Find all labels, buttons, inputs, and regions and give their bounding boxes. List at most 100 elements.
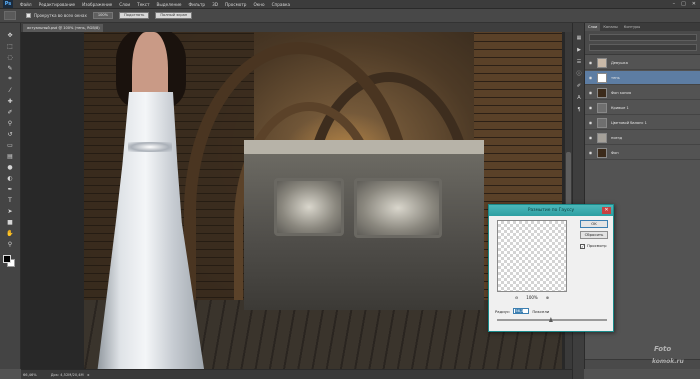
blend-mode-select[interactable] [589,44,697,51]
stamp-icon[interactable]: ⚲ [5,119,15,127]
layer-kind-filter[interactable] [589,34,697,41]
zoom-out-icon[interactable]: ⊖ [515,295,518,300]
layer-thumbnail [597,132,607,143]
scrollbar-thumb[interactable] [566,152,571,212]
close-icon[interactable]: ✕ [692,1,696,7]
menu-help[interactable]: Справка [272,2,290,7]
properties-panel-icon[interactable]: ☰ [575,59,583,66]
info-panel-icon[interactable]: ⓘ [575,71,583,78]
layer-name: Фон копия [611,90,632,95]
layer-thumbnail [597,87,607,98]
menu-image[interactable]: Изображение [82,2,112,7]
layer-thumbnail [597,57,607,68]
lasso-icon[interactable]: ◌ [5,53,15,61]
tool-preset-picker[interactable] [4,11,16,20]
layer-row[interactable]: ◉ Фон [585,146,700,160]
fit-screen-button[interactable]: Подогнать [119,12,150,19]
maximize-icon[interactable]: □ [681,1,686,7]
paragraph-panel-icon[interactable]: ¶ [575,107,583,114]
quick-select-icon[interactable]: ✎ [5,64,15,72]
options-bar: Прокрутка во всех окнах 100% Подогнать П… [0,9,700,23]
ok-button[interactable]: OK [580,220,608,228]
menu-layers[interactable]: Слои [119,2,130,7]
radius-slider-thumb[interactable] [548,317,553,322]
layer-thumbnail [597,147,607,158]
visibility-eye-icon[interactable]: ◉ [587,60,594,65]
dress-brooch [128,142,172,152]
visibility-eye-icon[interactable]: ◉ [587,150,594,155]
healing-icon[interactable]: ✚ [5,97,15,105]
layer-row[interactable]: ◉ поезд [585,131,700,145]
zoom-in-icon[interactable]: ⊕ [546,295,549,300]
brush-icon[interactable]: ✐ [5,108,15,116]
menu-window[interactable]: Окно [253,2,264,7]
marquee-icon[interactable]: ⬚ [5,42,15,50]
hand-icon[interactable]: ✋ [5,229,15,237]
visibility-eye-icon[interactable]: ◉ [587,75,594,80]
preview-checkbox[interactable]: ✓ [580,244,585,249]
canvas-area[interactable] [21,32,565,369]
dodge-icon[interactable]: ◐ [5,174,15,182]
gradient-icon[interactable]: ▤ [5,152,15,160]
radius-slider[interactable] [497,317,607,322]
layer-filter-controls [585,31,700,55]
blur-preview[interactable] [497,220,567,292]
minimize-icon[interactable]: – [673,1,676,7]
crop-icon[interactable]: ⌗ [5,75,15,83]
menu-view[interactable]: Просмотр [225,2,247,7]
character-panel-icon[interactable]: A [575,95,583,102]
visibility-eye-icon[interactable]: ◉ [587,120,594,125]
layer-row[interactable]: ◉ Девушка [585,56,700,70]
history-brush-icon[interactable]: ↺ [5,130,15,138]
move-icon[interactable]: ✥ [5,31,15,39]
menu-filter[interactable]: Фильтр [189,2,206,7]
layer-row[interactable]: ◉ Кривые 1 [585,101,700,115]
menu-edit[interactable]: Редактирование [39,2,76,7]
eyedropper-icon[interactable]: ⁄ [5,86,15,94]
train-roof [244,140,484,154]
fill-screen-button[interactable]: Полный экран [155,12,193,19]
text-icon[interactable]: T [5,196,15,204]
shape-icon[interactable]: ■ [5,218,15,226]
layer-thumbnail [597,117,607,128]
window-controls: – □ ✕ [673,1,696,7]
zoom-100-button[interactable]: 100% [92,12,114,19]
zoom-level[interactable]: 66,46% [23,373,37,377]
tab-layers[interactable]: Слои [585,23,601,31]
menu-text[interactable]: Текст [137,2,149,7]
visibility-eye-icon[interactable]: ◉ [587,105,594,110]
tab-paths[interactable]: Контуры [621,23,643,31]
reset-button[interactable]: Сбросить [580,231,608,239]
white-dress [96,92,206,369]
pen-icon[interactable]: ✒ [5,185,15,193]
radius-input[interactable]: 56,3 [513,308,530,314]
visibility-eye-icon[interactable]: ◉ [587,135,594,140]
scroll-all-label: Прокрутка во всех окнах [34,13,87,18]
layer-row[interactable]: ◉ Фон копия [585,86,700,100]
scroll-all-checkbox[interactable] [26,13,31,18]
menu-file[interactable]: Файл [20,2,32,7]
zoom-icon[interactable]: ⚲ [5,240,15,248]
layer-name: тень [611,75,620,80]
dialog-close-icon[interactable]: ✕ [602,207,611,214]
path-select-icon[interactable]: ➤ [5,207,15,215]
tab-channels[interactable]: Каналы [600,23,620,31]
layer-row[interactable]: ◉ тень [585,71,700,85]
dialog-title-bar[interactable]: Размытие по Гауссу ✕ [489,205,613,216]
menu-3d[interactable]: 3D [212,2,218,7]
gaussian-blur-dialog: Размытие по Гауссу ✕ OK Сбросить ✓ Просм… [488,204,614,332]
menu-select[interactable]: Выделение [157,2,182,7]
brush-panel-icon[interactable]: ✐ [575,83,583,90]
layer-row[interactable]: ◉ Цветовой баланс 1 [585,116,700,130]
blur-icon[interactable]: ● [5,163,15,171]
woman-figure [84,32,209,369]
document-tab[interactable]: актуальный.psd @ 100% (тень, RGB/8) [23,24,103,32]
eraser-icon[interactable]: ▭ [5,141,15,149]
actions-panel-icon[interactable]: ▶ [575,47,583,54]
document-tab-bar: актуальный.psd @ 100% (тень, RGB/8) [21,23,584,32]
visibility-eye-icon[interactable]: ◉ [587,90,594,95]
history-panel-icon[interactable]: ▦ [575,35,583,42]
status-menu-arrow-icon[interactable]: ▸ [88,372,90,377]
foreground-color-swatch[interactable] [3,255,11,263]
dialog-title: Размытие по Гауссу [527,208,575,213]
